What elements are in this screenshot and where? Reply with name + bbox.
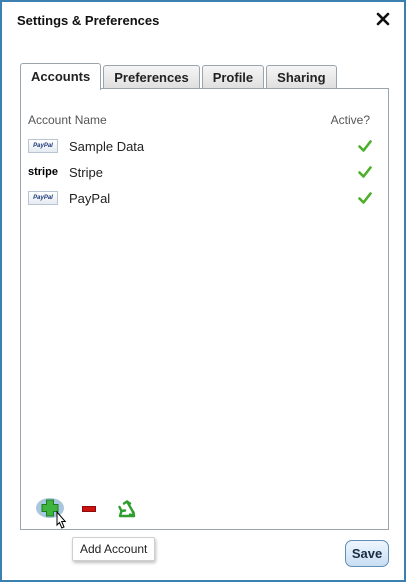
tab-bar: Accounts Preferences Profile Sharing [20, 63, 339, 90]
remove-account-button[interactable] [82, 506, 96, 512]
recycle-icon [118, 500, 136, 518]
add-account-button[interactable] [35, 494, 69, 538]
pointer-cursor-icon [56, 510, 67, 529]
dialog-title: Settings & Preferences [17, 13, 160, 28]
column-header-account-name: Account Name [28, 113, 107, 127]
accounts-panel: Account Name Active? PayPal Sample Data … [20, 88, 389, 530]
minus-icon [82, 506, 96, 512]
check-icon[interactable] [358, 191, 372, 205]
settings-dialog: Settings & Preferences Accounts Preferen… [0, 0, 406, 582]
tab-sharing[interactable]: Sharing [266, 65, 337, 89]
add-account-tooltip: Add Account [72, 537, 156, 561]
tab-preferences[interactable]: Preferences [103, 65, 200, 89]
save-button[interactable]: Save [345, 540, 389, 567]
recycle-button[interactable] [117, 499, 137, 519]
column-header-active: Active? [330, 113, 370, 127]
account-row-sample-data[interactable]: PayPal Sample Data [28, 136, 372, 156]
tab-profile[interactable]: Profile [201, 65, 265, 89]
check-icon[interactable] [358, 139, 372, 153]
account-name: Stripe [69, 164, 103, 180]
paypal-logo: PayPal [28, 139, 58, 153]
tab-accounts[interactable]: Accounts [20, 63, 102, 90]
stripe-logo: stripe [28, 166, 58, 178]
account-name: Sample Data [69, 138, 145, 154]
account-row-stripe[interactable]: stripe Stripe [28, 162, 372, 182]
account-name: PayPal [69, 190, 111, 206]
check-icon[interactable] [358, 165, 372, 179]
paypal-logo: PayPal [28, 191, 58, 205]
close-icon[interactable] [375, 11, 391, 27]
account-row-paypal[interactable]: PayPal PayPal [28, 188, 372, 208]
